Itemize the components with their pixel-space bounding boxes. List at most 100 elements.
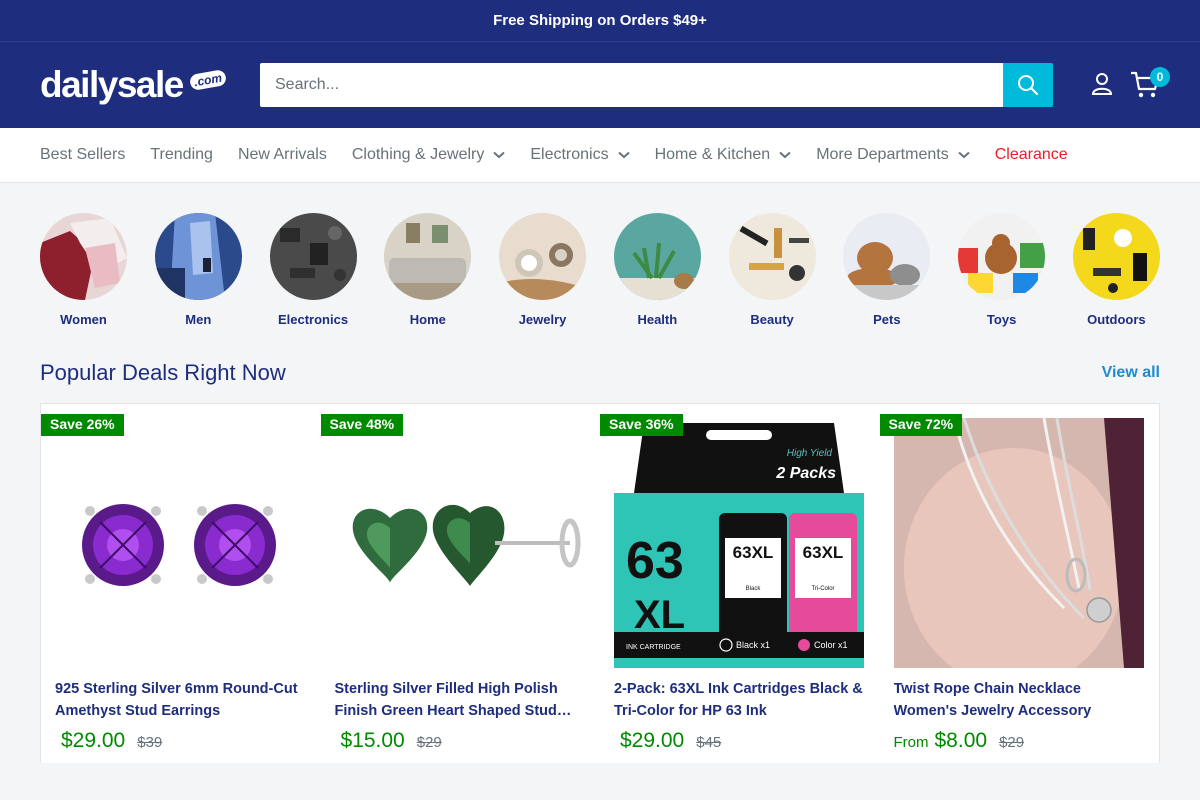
- nav-trending[interactable]: Trending: [150, 146, 213, 164]
- nav-label: More Departments: [816, 146, 949, 163]
- category-label: Electronics: [277, 312, 349, 327]
- nav-label: Clearance: [994, 146, 1068, 163]
- product-title[interactable]: 2-Pack: 63XL Ink Cartridges Black & Tri-…: [614, 678, 866, 722]
- category-image: [843, 213, 931, 300]
- product-grid: Save 26% 925 Sterling Silver 6mm Round-C…: [40, 403, 1160, 763]
- logo-suffix: .com: [188, 68, 228, 92]
- sale-price: $8.00: [934, 729, 988, 752]
- nav-label: Electronics: [530, 146, 609, 163]
- category-women[interactable]: Women: [40, 213, 127, 348]
- compare-price: $39: [137, 734, 163, 751]
- product-image[interactable]: [893, 418, 1144, 668]
- category-image: [40, 213, 127, 300]
- category-label: Men: [185, 312, 212, 327]
- product-card[interactable]: Save 26% 925 Sterling Silver 6mm Round-C…: [41, 404, 321, 763]
- category-label: Health: [637, 312, 678, 327]
- nav-best-sellers[interactable]: Best Sellers: [40, 146, 125, 164]
- category-men[interactable]: Men: [154, 213, 242, 348]
- big-xl: XL: [634, 593, 685, 637]
- search-icon: [1018, 75, 1039, 96]
- nav-label: Clothing & Jewelry: [351, 146, 485, 163]
- category-image: [958, 213, 1046, 300]
- chevron-down-icon: [779, 151, 791, 159]
- category-image: [269, 213, 357, 300]
- nav-electronics[interactable]: Electronics: [530, 146, 630, 164]
- category-beauty[interactable]: Beauty: [728, 213, 816, 348]
- nav-label: Best Sellers: [40, 146, 126, 163]
- black-cart-label: 63XL: [733, 543, 774, 562]
- discount-badge: Save 26%: [41, 414, 124, 436]
- product-card[interactable]: Save 72% Twist Rope Chain Necklace Women…: [879, 404, 1160, 763]
- compare-price: $29: [999, 734, 1025, 751]
- discount-badge: Save 36%: [600, 414, 683, 436]
- category-health[interactable]: Health: [613, 213, 701, 348]
- category-image: [1072, 213, 1160, 300]
- section-title: Popular Deals Right Now: [40, 360, 286, 385]
- nav-label: New Arrivals: [237, 146, 327, 163]
- announcement-bar: Free Shipping on Orders $49+: [0, 0, 1200, 42]
- price-row: $15.00 $29: [335, 729, 587, 753]
- nav-new-arrivals[interactable]: New Arrivals: [238, 146, 327, 164]
- category-label: Pets: [873, 312, 901, 327]
- compare-price: $45: [696, 734, 722, 751]
- category-label: Jewelry: [518, 312, 567, 327]
- category-label: Beauty: [750, 312, 794, 327]
- account-button[interactable]: [1091, 72, 1115, 98]
- discount-badge: Save 48%: [320, 414, 404, 436]
- site-logo[interactable]: dailysale .com: [40, 60, 228, 110]
- ink-cartridge-text: INK CARTRIDGE: [626, 644, 681, 651]
- product-card[interactable]: Save 36% High Yield 2 Packs 63 XL 63XL B…: [600, 404, 880, 763]
- category-label: Women: [60, 312, 107, 327]
- cart-count-badge: 0: [1150, 67, 1170, 87]
- category-electronics[interactable]: Electronics: [269, 213, 357, 348]
- color-count-text: Color x1: [814, 640, 848, 650]
- chevron-down-icon: [493, 151, 506, 159]
- category-outdoors[interactable]: Outdoors: [1072, 213, 1160, 348]
- packs-text: 2 Packs: [775, 465, 836, 482]
- nav-clearance[interactable]: Clearance: [995, 146, 1068, 164]
- discount-badge: Save 72%: [879, 414, 963, 436]
- category-jewelry[interactable]: Jewelry: [499, 213, 587, 348]
- color-cart-sub: Tri-Color: [811, 586, 834, 592]
- product-card[interactable]: Save 48% Sterling Silver Filled High Pol…: [320, 404, 601, 763]
- category-pets[interactable]: Pets: [843, 213, 931, 348]
- popular-deals-header: Popular Deals Right Now View all: [0, 355, 1200, 391]
- view-all-link[interactable]: View all: [1102, 364, 1160, 382]
- product-title[interactable]: Twist Rope Chain Necklace Women's Jewelr…: [894, 678, 1146, 722]
- category-image: [154, 213, 242, 300]
- price-row: From $8.00 $29: [894, 729, 1146, 753]
- high-yield-text: High Yield: [787, 448, 833, 459]
- black-cart-sub: Black: [746, 586, 762, 592]
- color-cart-label: 63XL: [803, 543, 844, 562]
- product-title[interactable]: Sterling Silver Filled High Polish Finis…: [335, 678, 587, 722]
- category-home[interactable]: Home: [384, 213, 472, 348]
- category-strip: Women Men Electronics Home Jewelry Healt…: [0, 183, 1200, 348]
- nav-home-kitchen[interactable]: Home & Kitchen: [655, 146, 792, 164]
- product-image[interactable]: [334, 418, 585, 668]
- compare-price: $29: [416, 734, 442, 751]
- category-image: [613, 213, 701, 300]
- product-image[interactable]: [55, 418, 305, 668]
- site-header: dailysale .com: [0, 42, 1200, 128]
- sale-price: $29.00: [620, 729, 685, 752]
- search-button[interactable]: [1003, 63, 1053, 107]
- nav-clothing-jewelry[interactable]: Clothing & Jewelry: [352, 146, 506, 164]
- main-nav: Best Sellers Trending New Arrivals Cloth…: [0, 128, 1200, 183]
- sale-price: $15.00: [340, 729, 405, 752]
- big-63: 63: [626, 532, 684, 590]
- black-count-text: Black x1: [736, 640, 770, 650]
- nav-more-departments[interactable]: More Departments: [816, 146, 970, 164]
- category-image: [499, 213, 587, 300]
- product-image[interactable]: High Yield 2 Packs 63 XL 63XL Black 63XL…: [614, 418, 864, 668]
- category-toys[interactable]: Toys: [958, 213, 1046, 348]
- category-label: Outdoors: [1087, 312, 1146, 327]
- sale-price: $29.00: [61, 729, 126, 752]
- user-icon: [1091, 73, 1113, 95]
- price-row: $29.00 $45: [614, 729, 866, 753]
- category-image: [728, 213, 816, 300]
- search-input[interactable]: [260, 63, 1003, 107]
- price-from: From: [893, 734, 929, 751]
- category-label: Home: [409, 312, 446, 327]
- nav-label: Trending: [150, 146, 213, 163]
- product-title[interactable]: 925 Sterling Silver 6mm Round-Cut Amethy…: [55, 678, 307, 722]
